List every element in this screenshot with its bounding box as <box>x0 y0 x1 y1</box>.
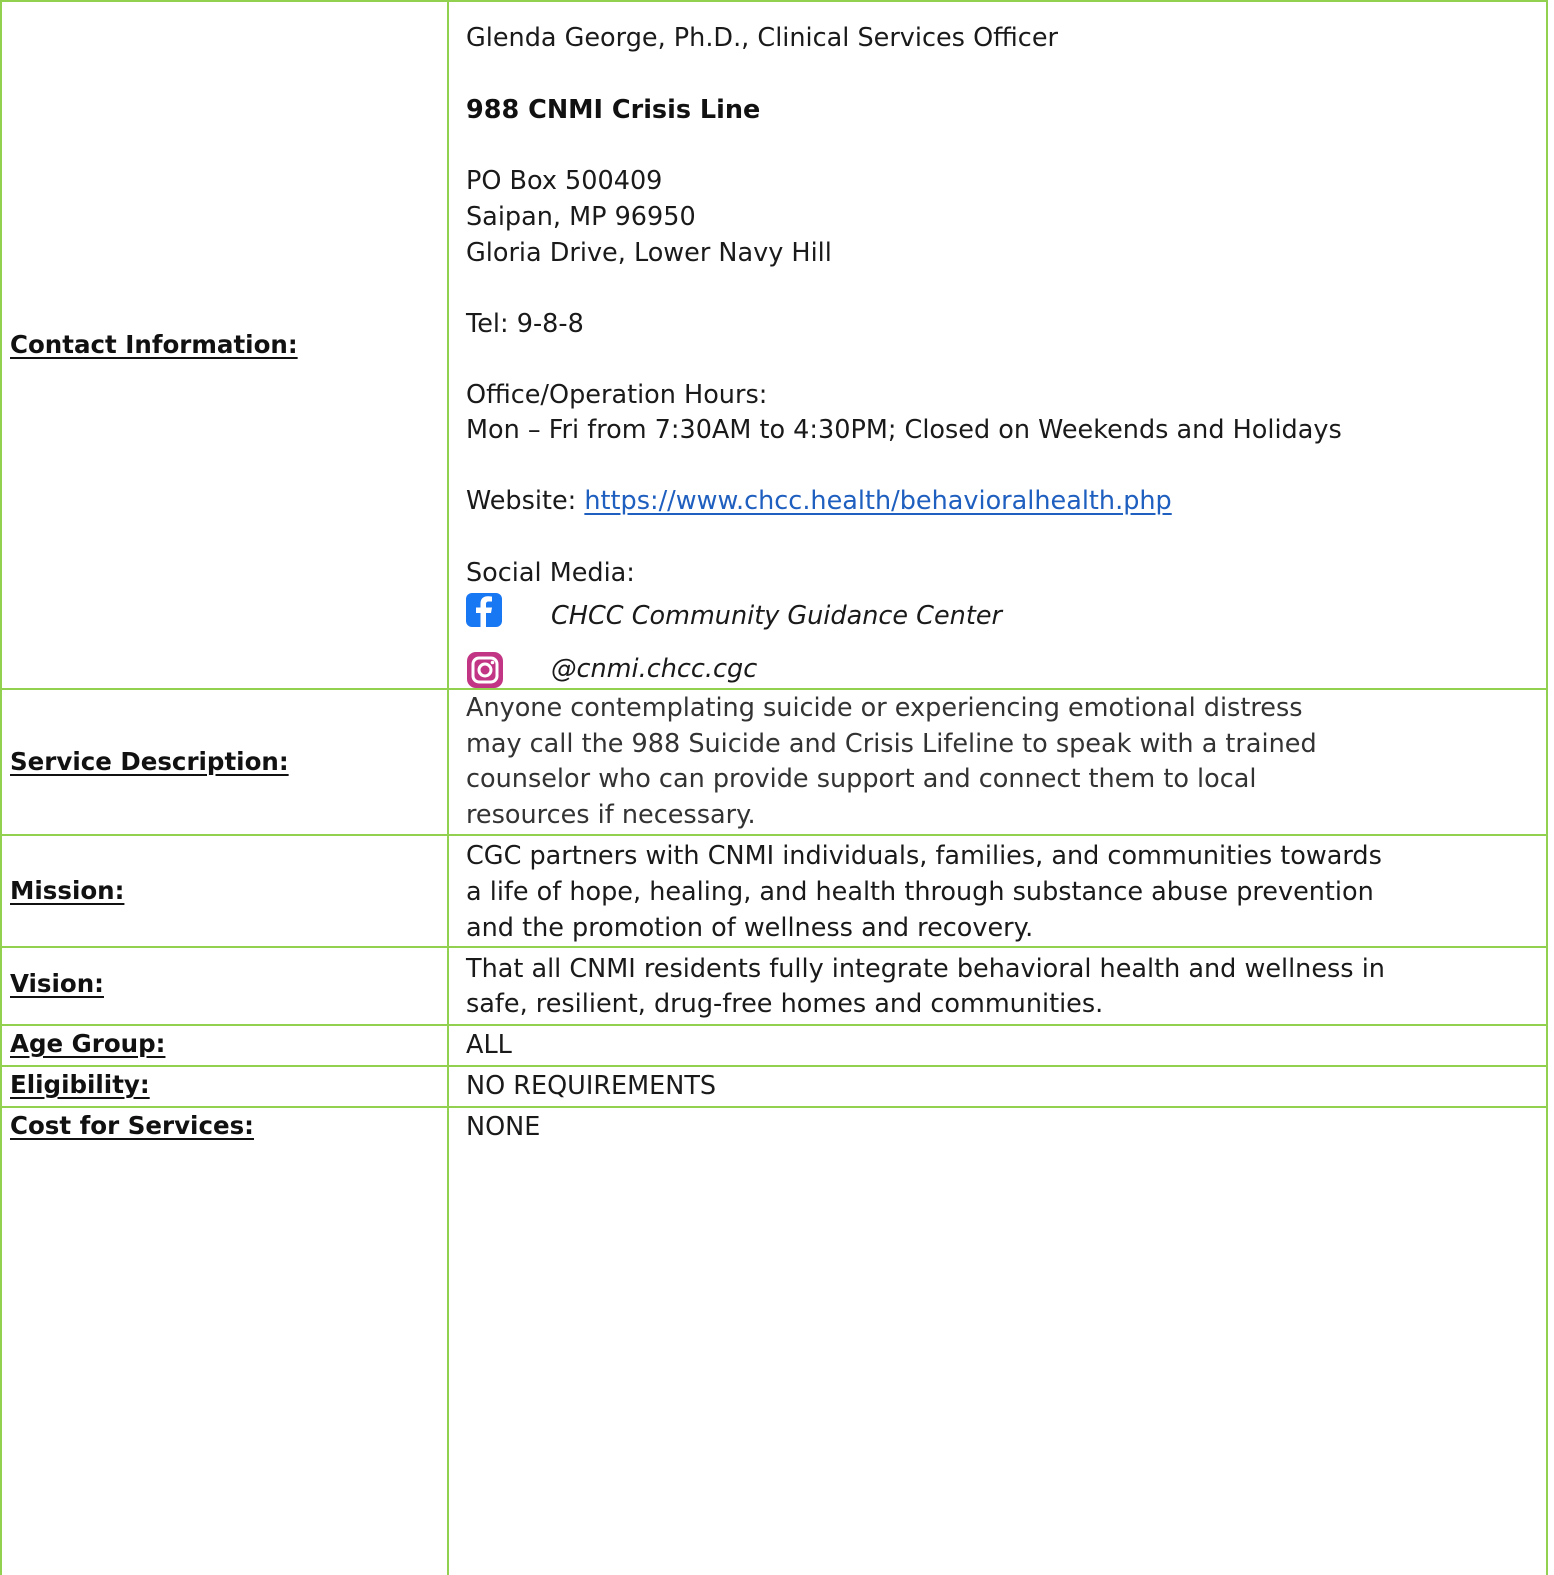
mission-line: and the promotion of wellness and recove… <box>466 913 1034 943</box>
row-divider <box>0 1065 1548 1067</box>
mission-label: Mission: <box>10 876 125 905</box>
service-description-label: Service Description: <box>10 747 289 776</box>
facebook-icon[interactable] <box>466 593 502 627</box>
service-description-line: Anyone contemplating suicide or experien… <box>466 693 1303 723</box>
age-group-value: ALL <box>466 1030 512 1060</box>
address-line-1: PO Box 500409 <box>466 166 663 196</box>
organization-name: 988 CNMI Crisis Line <box>466 95 761 125</box>
service-description-line: resources if necessary. <box>466 800 756 830</box>
mission-line: CGC partners with CNMI individuals, fami… <box>466 841 1382 871</box>
table-border-left <box>0 0 2 1575</box>
address-line-2: Saipan, MP 96950 <box>466 202 696 232</box>
vision-label: Vision: <box>10 969 104 998</box>
eligibility-value: NO REQUIREMENTS <box>466 1071 717 1101</box>
instagram-icon[interactable] <box>466 651 504 689</box>
hours-label: Office/Operation Hours: <box>466 380 768 410</box>
social-media-label: Social Media: <box>466 558 635 588</box>
website-label: Website: <box>466 486 585 516</box>
instagram-handle: @cnmi.chcc.cgc <box>551 654 758 684</box>
contact-information-label: Contact Information: <box>10 330 298 359</box>
mission-line: a life of hope, healing, and health thro… <box>466 877 1374 907</box>
row-divider <box>0 1106 1548 1108</box>
row-divider <box>0 834 1548 836</box>
row-divider <box>0 0 1548 2</box>
vision-line: That all CNMI residents fully integrate … <box>466 954 1385 984</box>
cost-for-services-value: NONE <box>466 1112 541 1142</box>
row-divider <box>0 946 1548 948</box>
address-line-3: Gloria Drive, Lower Navy Hill <box>466 238 832 268</box>
officer-name: Glenda George, Ph.D., Clinical Services … <box>466 23 1058 53</box>
eligibility-label: Eligibility: <box>10 1070 150 1099</box>
telephone: Tel: 9-8-8 <box>466 309 584 339</box>
hours-value: Mon – Fri from 7:30AM to 4:30PM; Closed … <box>466 415 1342 445</box>
website-line: Website: https://www.chcc.health/behavio… <box>466 483 1172 519</box>
service-info-table: Contact Information: Glenda George, Ph.D… <box>0 0 1554 1575</box>
facebook-page-name: CHCC Community Guidance Center <box>551 601 1003 631</box>
cost-for-services-label: Cost for Services: <box>10 1111 254 1140</box>
website-link[interactable]: https://www.chcc.health/behavioralhealth… <box>584 486 1171 516</box>
table-border-right <box>1546 0 1548 1575</box>
row-divider <box>0 688 1548 690</box>
service-description-line: may call the 988 Suicide and Crisis Life… <box>466 729 1317 759</box>
age-group-label: Age Group: <box>10 1029 166 1058</box>
vision-line: safe, resilient, drug-free homes and com… <box>466 989 1104 1019</box>
service-description-line: counselor who can provide support and co… <box>466 764 1257 794</box>
row-divider <box>0 1024 1548 1026</box>
table-column-divider <box>447 0 449 1575</box>
